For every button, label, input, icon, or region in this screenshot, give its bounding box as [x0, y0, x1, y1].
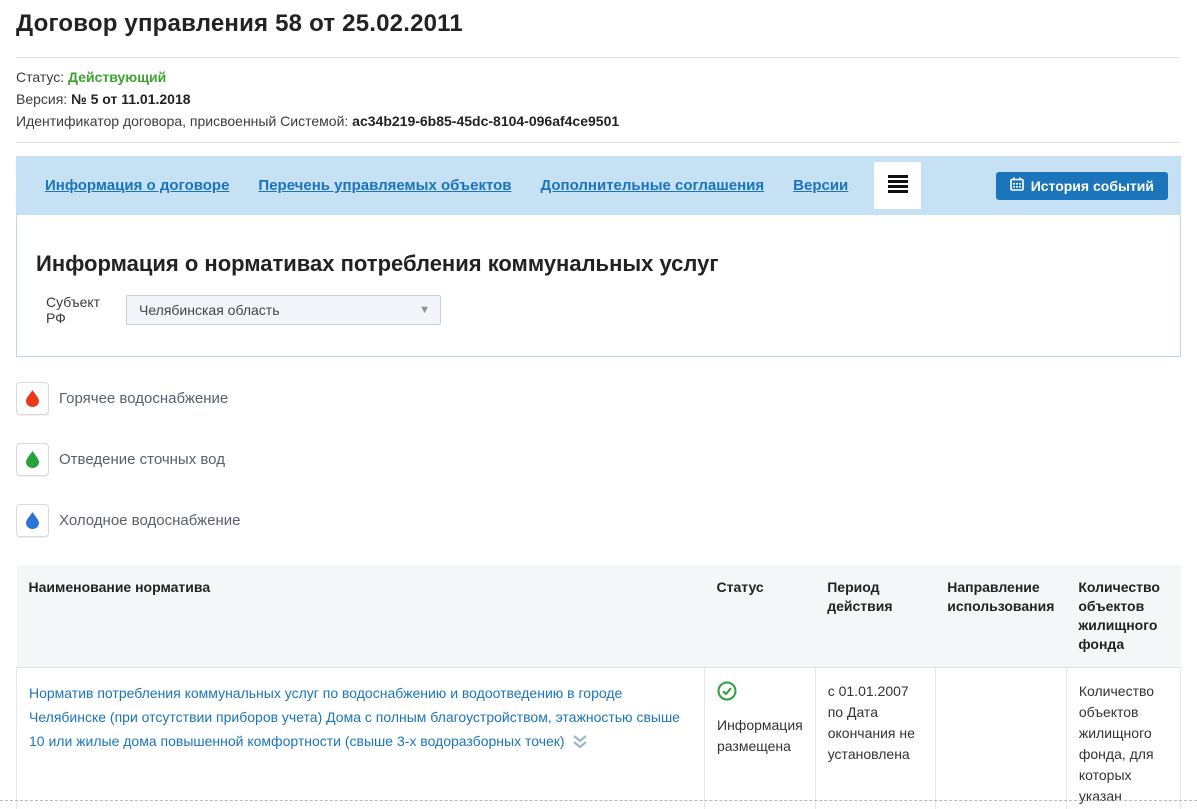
droplet-icon: [16, 504, 49, 537]
contract-page: Договор управления 58 от 25.02.2011 Стат…: [0, 0, 1197, 809]
contract-meta: Статус: Действующий Версия: № 5 от 11.01…: [16, 58, 1181, 142]
list-menu-button[interactable]: [874, 162, 921, 209]
tab-bar: Информация о договоре Перечень управляем…: [16, 156, 1181, 215]
double-chevron-down-icon[interactable]: [572, 736, 588, 752]
service-accordions: Горячее водоснабжение Отведение сточных …: [16, 382, 1181, 537]
tab-contract-info[interactable]: Информация о договоре: [45, 177, 229, 194]
page-bottom-divider: [0, 800, 1197, 801]
droplet-icon: [16, 443, 49, 476]
standards-table: Наименование норматива Статус Период дей…: [16, 565, 1181, 809]
tab-managed-objects[interactable]: Перечень управляемых объектов: [258, 177, 511, 194]
table-header-row: Наименование норматива Статус Период дей…: [17, 565, 1181, 668]
service-label: Отведение сточных вод: [59, 451, 225, 468]
identifier-label: Идентификатор договора, присвоенный Сист…: [16, 113, 348, 129]
standards-panel: Информация о нормативах потребления комм…: [16, 215, 1181, 357]
service-label: Холодное водоснабжение: [59, 512, 241, 529]
calendar-icon: [1010, 177, 1024, 194]
col-header-period: Период действия: [815, 565, 935, 668]
accordion-cold-water[interactable]: Холодное водоснабжение: [16, 504, 1181, 537]
region-label: Субъект РФ: [46, 294, 116, 326]
droplet-icon: [16, 382, 49, 415]
usage-cell: [935, 668, 1066, 809]
check-circle-icon: [717, 688, 737, 704]
objects-text: Количество объектов жилищного фонда, для…: [1079, 683, 1154, 809]
period-cell: с 01.01.2007 по Дата окончания не устано…: [815, 668, 935, 809]
status-line: Статус: Действующий: [16, 66, 1181, 88]
status-text: Информация размещена: [717, 715, 803, 757]
service-label: Горячее водоснабжение: [59, 390, 228, 407]
section-title: Информация о нормативах потребления комм…: [36, 251, 1161, 277]
region-selected-value: Челябинская область: [139, 302, 280, 318]
divider: [16, 142, 1181, 143]
col-header-objects: Количество объектов жилищного фонда: [1066, 565, 1180, 668]
status-cell: Информация размещена: [705, 668, 816, 809]
identifier-line: Идентификатор договора, присвоенный Сист…: [16, 110, 1181, 132]
page-title: Договор управления 58 от 25.02.2011: [16, 0, 1181, 38]
tab-versions[interactable]: Версии: [793, 177, 848, 194]
accordion-hot-water[interactable]: Горячее водоснабжение: [16, 382, 1181, 415]
status-value: Действующий: [68, 69, 166, 85]
col-header-usage: Направление использования: [935, 565, 1066, 668]
accordion-wastewater[interactable]: Отведение сточных вод: [16, 443, 1181, 476]
table-row: Норматив потребления коммунальных услуг …: [17, 668, 1181, 809]
event-history-button[interactable]: История событий: [996, 172, 1168, 200]
identifier-value: ac34b219-6b85-45dc-8104-096af4ce9501: [352, 113, 619, 129]
region-field: Субъект РФ Челябинская область ▼: [36, 294, 1161, 326]
event-history-label: История событий: [1031, 178, 1154, 194]
tab-additional-agreements[interactable]: Дополнительные соглашения: [541, 177, 765, 194]
status-label: Статус:: [16, 69, 64, 85]
version-label: Версия:: [16, 91, 67, 107]
col-header-status: Статус: [705, 565, 816, 668]
objects-cell: Количество объектов жилищного фонда, для…: [1066, 668, 1180, 809]
version-value: № 5 от 11.01.2018: [71, 91, 190, 107]
hamburger-icon: [888, 175, 908, 196]
version-line: Версия: № 5 от 11.01.2018: [16, 88, 1181, 110]
standard-name-cell: Норматив потребления коммунальных услуг …: [17, 668, 705, 809]
region-select[interactable]: Челябинская область ▼: [126, 295, 441, 325]
chevron-down-icon: ▼: [419, 304, 430, 316]
col-header-name: Наименование норматива: [17, 565, 705, 668]
